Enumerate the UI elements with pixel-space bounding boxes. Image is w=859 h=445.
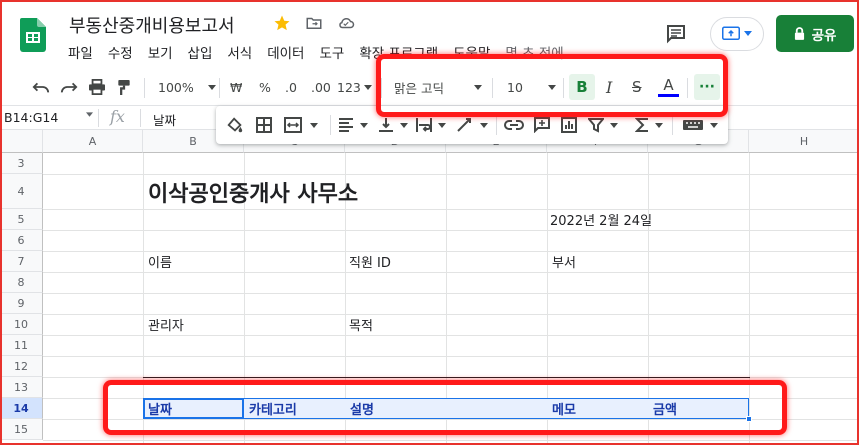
increase-decimal-button[interactable]: .00 (311, 70, 331, 104)
chevron-down-icon (310, 122, 318, 128)
name-box[interactable]: B14:G14 (4, 110, 58, 125)
column-header-a[interactable]: A (43, 130, 143, 153)
share-label: 공유 (811, 27, 837, 44)
menu-tools[interactable]: 도구 (319, 42, 351, 62)
cell-department-label[interactable]: 부서 (552, 251, 576, 272)
formula-input[interactable]: 날짜 (153, 110, 176, 129)
cell-title[interactable]: 이삭공인중개사 사무소 (148, 174, 358, 209)
lock-icon (794, 27, 804, 40)
present-button[interactable] (710, 17, 764, 51)
chevron-down-icon (360, 122, 368, 128)
chevron-down-icon (400, 122, 408, 128)
column-header-h[interactable]: H (749, 130, 859, 153)
merge-cells-icon[interactable] (284, 106, 318, 144)
row-header-13[interactable]: 13 (0, 377, 43, 398)
function-icon: fx (110, 107, 125, 126)
zoom-value: 100% (158, 79, 194, 95)
sheets-logo-icon[interactable] (20, 18, 46, 52)
number-format-select[interactable]: 123 (337, 70, 372, 104)
row-header-9[interactable]: 9 (0, 293, 43, 314)
menu-view[interactable]: 보기 (148, 42, 180, 62)
paint-format-icon[interactable] (117, 70, 131, 104)
chevron-down-icon (610, 122, 618, 128)
currency-format-button[interactable]: ₩ (230, 70, 242, 104)
row-header-10[interactable]: 10 (0, 314, 43, 335)
annotation-highlight-header-row (103, 380, 787, 435)
cloud-status-icon[interactable] (337, 14, 355, 32)
chevron-down-icon (744, 31, 752, 36)
number-format-label: 123 (337, 79, 361, 95)
row-header-3[interactable]: 3 (0, 153, 43, 174)
horizontal-align-icon[interactable] (338, 106, 368, 144)
row-header-14[interactable]: 14 (0, 398, 43, 419)
menu-data[interactable]: 데이터 (267, 42, 311, 62)
cell-manager-label[interactable]: 관리자 (148, 314, 184, 335)
chevron-down-icon (207, 84, 216, 90)
chevron-down-icon (480, 122, 488, 128)
cell-purpose-label[interactable]: 목적 (349, 314, 373, 335)
chevron-down-icon (655, 122, 663, 128)
row-header-12[interactable]: 12 (0, 356, 43, 377)
annotation-highlight-toolbar (376, 54, 728, 117)
present-icon (722, 26, 740, 40)
increase-decimal-label: .00 (311, 79, 331, 95)
row-header-6[interactable]: 6 (0, 230, 43, 251)
print-icon[interactable] (88, 70, 106, 104)
cell-date[interactable]: 2022년 2월 24일 (550, 209, 652, 230)
zoom-select[interactable]: 100% (158, 70, 216, 104)
row-header-8[interactable]: 8 (0, 272, 43, 293)
decrease-decimal-label: .0 (285, 79, 297, 95)
table-top-border (143, 377, 750, 378)
menu-file[interactable]: 파일 (68, 42, 100, 62)
document-title[interactable]: 부동산중개비용보고서 (69, 12, 235, 38)
menu-edit[interactable]: 수정 (108, 42, 140, 62)
row-header-5[interactable]: 5 (0, 209, 43, 230)
row-header-11[interactable]: 11 (0, 335, 43, 356)
row-header-15[interactable]: 15 (0, 419, 43, 440)
chevron-down-icon (710, 122, 718, 128)
borders-icon[interactable] (256, 106, 272, 144)
menu-insert[interactable]: 삽입 (188, 42, 220, 62)
row-header-7[interactable]: 7 (0, 251, 43, 272)
share-button[interactable]: 공유 (776, 15, 854, 52)
redo-icon[interactable] (60, 70, 78, 104)
star-icon[interactable] (273, 14, 291, 32)
cell-name-label[interactable]: 이름 (148, 251, 172, 272)
comment-history-icon[interactable] (664, 22, 688, 46)
percent-format-button[interactable]: % (259, 70, 271, 104)
menu-format[interactable]: 서식 (227, 42, 259, 62)
chevron-down-icon[interactable] (86, 112, 93, 117)
undo-icon[interactable] (32, 70, 50, 104)
chevron-down-icon (363, 84, 372, 90)
fill-color-icon[interactable] (226, 106, 244, 144)
row-header-4[interactable]: 4 (0, 174, 43, 209)
decrease-decimal-button[interactable]: .0 (285, 70, 297, 104)
chevron-down-icon (438, 122, 446, 128)
move-folder-icon[interactable] (305, 14, 323, 32)
select-all-corner[interactable] (0, 130, 43, 153)
cell-employee-id-label[interactable]: 직원 ID (349, 251, 391, 272)
